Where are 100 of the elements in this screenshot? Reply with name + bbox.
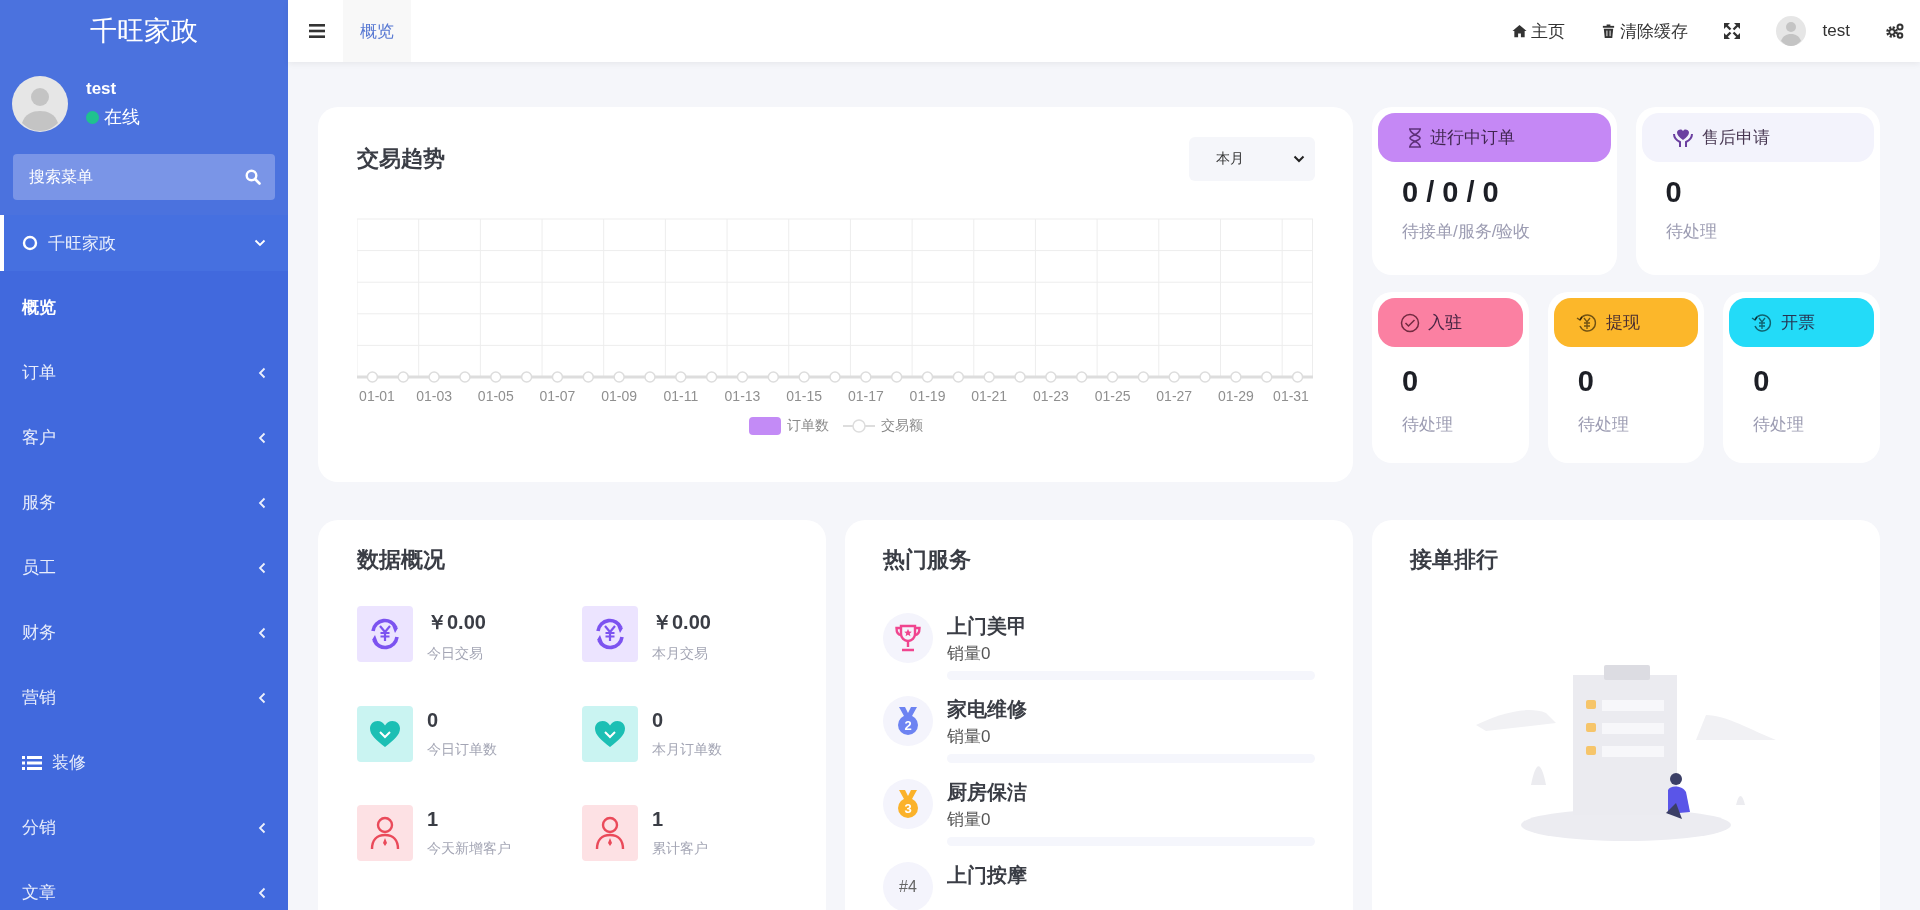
card-title: 接单排行 [1410,546,1499,574]
menu-item[interactable]: 客户 [0,405,288,470]
check-circle-icon [1400,312,1420,333]
stat-caption: 待接单/服务/验收 [1401,221,1532,243]
heart-icon [369,720,401,748]
menu-item[interactable]: 千旺家政 [0,215,288,271]
chevron-left-icon [258,821,266,834]
axis-label: 01-07 [539,388,576,404]
axis-label: 01-01 [359,388,395,404]
service-name: 家电维修 [947,697,1028,722]
chevron-left-icon [258,626,266,639]
home-icon [1511,23,1527,39]
legend-label: 订单数 [786,417,829,435]
user-name: test [86,79,118,99]
service-name: 厨房保洁 [947,780,1028,805]
app-logo: 千旺家政 [89,15,199,48]
nav-link[interactable]: 主页 [1511,19,1565,43]
stat-value: 0 / 0 / 0 [1401,176,1500,210]
menu-item[interactable]: 文章 [0,860,288,910]
stat-caption: 待处理 [1401,414,1454,436]
stat-label: 累计客户 [652,840,708,858]
avatar-icon [12,76,68,132]
card-header[interactable]: 入驻 [1378,298,1523,347]
card-header[interactable]: 开票 [1729,298,1874,347]
avatar-icon [1775,16,1806,46]
fullscreen-icon[interactable] [1723,23,1740,39]
stat-value: 0 [1576,365,1595,399]
yen-refresh-icon [1751,311,1774,334]
chevron-down-icon [254,239,266,247]
stat-value: 0 [1664,176,1683,210]
menu-item[interactable]: 订单 [0,340,288,405]
period-select[interactable]: 本月 [1189,137,1315,181]
stat-label: 今日订单数 [427,741,497,759]
axis-label: 01-05 [477,388,514,404]
search-icon[interactable] [245,169,261,185]
menu-item[interactable]: 服务 [0,470,288,535]
axis-label: 01-29 [1218,388,1254,404]
yen-exchange-icon [593,617,627,651]
axis-label: 01-15 [786,388,823,404]
menu-item[interactable]: 员工 [0,535,288,600]
chevron-down-icon [1293,155,1305,163]
search-field[interactable]: 搜索菜单 [13,154,275,200]
axis-label: 01-31 [1273,388,1309,404]
menu-item[interactable]: 财务 [0,600,288,665]
legend-label: 交易额 [880,417,923,435]
sales-count: 销量0 [947,643,992,665]
yen-exchange-icon [368,617,402,651]
hourglass-icon [1408,127,1422,148]
stat-value: 1 [652,808,665,831]
stat-label: 本月交易 [652,645,709,663]
card-header[interactable]: 提现 [1553,298,1699,347]
stat-value: ￥0.00 [652,610,711,635]
stat-label: 今日交易 [427,645,484,663]
chevron-left-icon [258,431,266,444]
chevron-left-icon [258,561,266,574]
trash-icon [1600,23,1616,39]
page-tab[interactable]: 概览 [343,0,411,62]
service-name: 上门按摩 [947,863,1028,888]
circle-icon [22,235,38,251]
card-title: 交易趋势 [357,145,445,173]
card-title: 数据概况 [357,546,446,574]
card-title: 热门服务 [883,546,972,574]
chevron-left-icon [258,691,266,704]
stat-value: ￥0.00 [427,610,486,635]
user-menu[interactable]: test [1775,16,1850,46]
stat-value: 1 [427,808,440,831]
settings-icon[interactable] [1886,23,1904,39]
chevron-left-icon [258,496,266,509]
menu-item[interactable]: 概览 [0,275,288,340]
stat-label: 今天新增客户 [427,840,511,858]
axis-label: 01-11 [663,388,699,404]
axis-label: 01-03 [416,388,452,404]
user-status: 在线 [104,106,140,129]
person-icon [595,816,625,850]
axis-label: 01-23 [1032,388,1069,404]
axis-label: 01-13 [724,388,761,404]
axis-label: 01-09 [601,388,638,404]
menu-icon[interactable] [309,24,325,38]
sales-count: 销量0 [947,726,992,748]
axis-label: 01-25 [1094,388,1131,404]
axis-label: 01-27 [1156,388,1193,404]
chevron-left-icon [258,886,266,899]
axis-label: 01-21 [971,388,1008,404]
person-icon [370,816,400,850]
yen-refresh-icon [1575,311,1598,334]
stat-value: 0 [1752,365,1771,399]
stat-value: 0 [652,709,665,732]
nav-link[interactable]: 清除缓存 [1600,19,1688,43]
hands-heart-icon [1671,127,1694,148]
stat-caption: 待处理 [1664,221,1718,243]
menu-item[interactable]: 分销 [0,795,288,860]
heart-icon [594,720,626,748]
stat-caption: 待处理 [1752,414,1806,436]
stat-value: 0 [427,709,440,732]
stat-label: 本月订单数 [652,741,722,759]
card-header[interactable]: 进行中订单 [1378,113,1611,162]
menu-item[interactable]: 装修 [0,730,288,795]
menu-item[interactable]: 营销 [0,665,288,730]
card-header[interactable]: 售后申请 [1641,113,1874,162]
stat-caption: 待处理 [1576,414,1630,436]
